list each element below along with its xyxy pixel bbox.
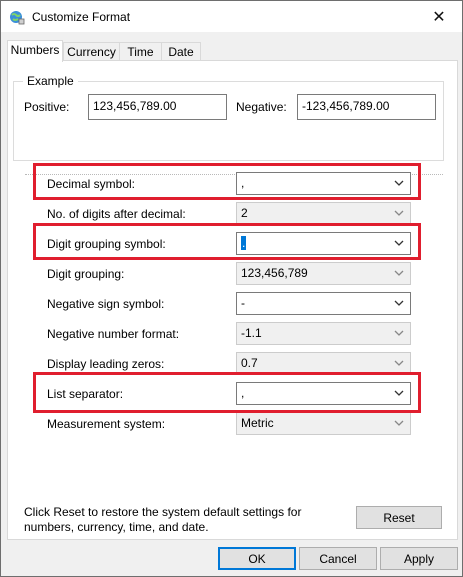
- list-separator-label: List separator:: [47, 387, 124, 401]
- digits-after-decimal-combo[interactable]: 2: [236, 202, 411, 225]
- digits-after-decimal-label: No. of digits after decimal:: [47, 207, 186, 221]
- chevron-down-icon: [394, 180, 404, 186]
- chevron-down-icon: [394, 270, 404, 276]
- example-group: [13, 81, 444, 161]
- dialog-client: Numbers Currency Time Date Example Posit…: [1, 32, 462, 576]
- decimal-symbol-label: Decimal symbol:: [47, 177, 136, 191]
- measurement-system-combo[interactable]: Metric: [236, 412, 411, 435]
- digit-grouping-symbol-combo[interactable]: .: [236, 232, 411, 255]
- negative-sign-symbol-combo[interactable]: -: [236, 292, 411, 315]
- list-separator-combo[interactable]: ,: [236, 382, 411, 405]
- measurement-system-label: Measurement system:: [47, 417, 166, 431]
- tab-date[interactable]: Date: [161, 42, 201, 61]
- chevron-down-icon: [394, 420, 404, 426]
- close-button[interactable]: ✕: [416, 1, 462, 32]
- tab-numbers[interactable]: Numbers: [7, 40, 63, 62]
- chevron-down-icon: [394, 240, 404, 246]
- negative-label: Negative:: [236, 100, 287, 114]
- negative-example-field: -123,456,789.00: [297, 94, 436, 120]
- apply-button[interactable]: Apply: [380, 547, 458, 570]
- chevron-down-icon: [394, 300, 404, 306]
- tab-currency[interactable]: Currency: [63, 42, 120, 61]
- chevron-down-icon: [394, 210, 404, 216]
- reset-description: Click Reset to restore the system defaul…: [24, 505, 302, 534]
- negative-number-format-combo[interactable]: -1.1: [236, 322, 411, 345]
- display-leading-zeros-label: Display leading zeros:: [47, 357, 165, 371]
- digit-grouping-label: Digit grouping:: [47, 267, 125, 281]
- chevron-down-icon: [394, 360, 404, 366]
- customize-format-dialog: Customize Format ✕ Numbers Currency Time…: [0, 0, 463, 577]
- ok-button[interactable]: OK: [218, 547, 296, 570]
- reset-button[interactable]: Reset: [356, 506, 442, 529]
- decimal-symbol-combo[interactable]: ,: [236, 172, 411, 195]
- chevron-down-icon: [394, 390, 404, 396]
- window-title: Customize Format: [32, 10, 131, 24]
- chevron-down-icon: [394, 330, 404, 336]
- cancel-button[interactable]: Cancel: [299, 547, 377, 570]
- example-legend: Example: [23, 74, 78, 88]
- negative-number-format-label: Negative number format:: [47, 327, 180, 341]
- globe-settings-icon: [10, 11, 25, 25]
- negative-sign-symbol-label: Negative sign symbol:: [47, 297, 165, 311]
- digit-grouping-combo[interactable]: 123,456,789: [236, 262, 411, 285]
- digit-grouping-symbol-label: Digit grouping symbol:: [47, 237, 166, 251]
- tab-time[interactable]: Time: [119, 42, 162, 61]
- display-leading-zeros-combo[interactable]: 0.7: [236, 352, 411, 375]
- title-bar: Customize Format ✕: [1, 1, 462, 32]
- positive-label: Positive:: [24, 100, 70, 114]
- positive-example-field: 123,456,789.00: [88, 94, 227, 120]
- close-icon: ✕: [432, 8, 446, 26]
